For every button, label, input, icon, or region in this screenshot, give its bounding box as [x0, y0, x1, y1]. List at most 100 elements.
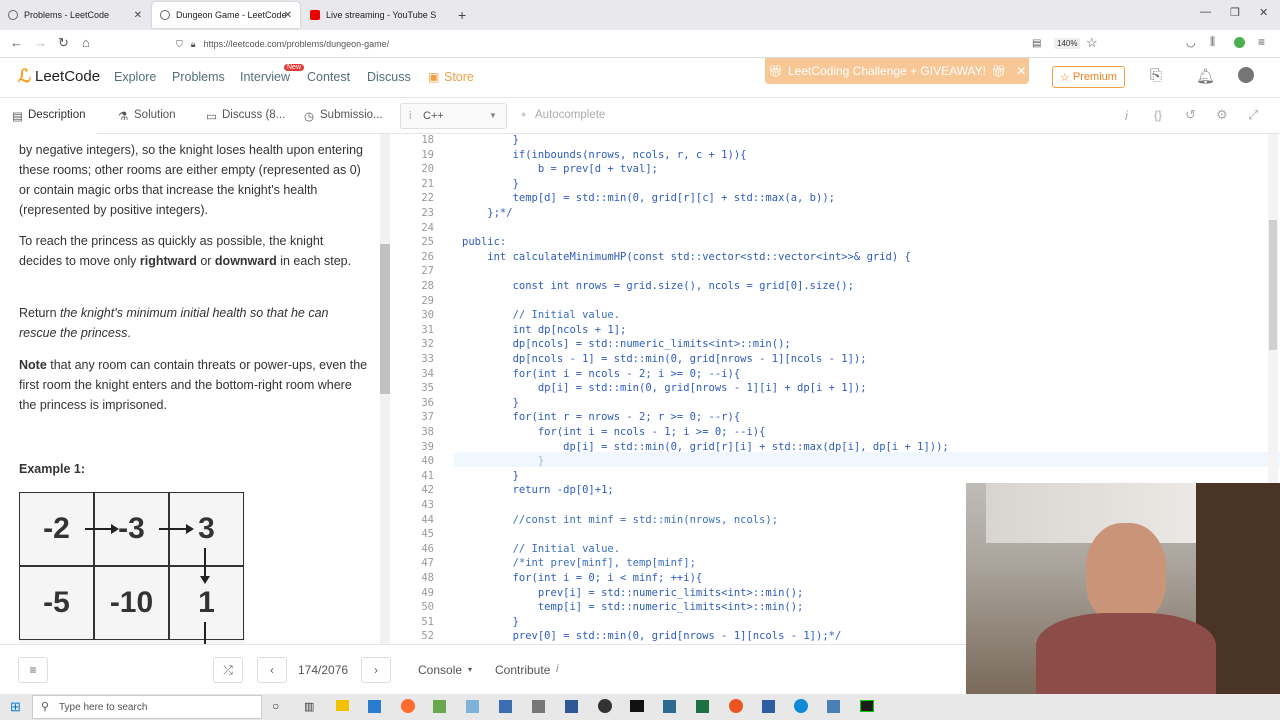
code-text[interactable]: for(int r = nrows - 2; r >= 0; --r){ — [462, 411, 741, 423]
info-icon[interactable]: i — [1125, 108, 1128, 123]
contribute-button[interactable]: Contribute — [495, 663, 550, 677]
code-text[interactable]: } — [462, 134, 519, 146]
app-icon[interactable] — [466, 700, 479, 713]
library-icon[interactable]: ⫼ — [1210, 36, 1215, 49]
restore-icon[interactable]: ❐ — [1230, 6, 1240, 19]
playground-icon[interactable]: ⎘ — [1150, 67, 1162, 84]
code-text[interactable]: } — [462, 616, 519, 628]
reader-view-icon[interactable]: ▤ — [1032, 38, 1041, 49]
previous-problem-button[interactable]: ‹ — [257, 657, 287, 683]
app-icon[interactable] — [499, 700, 512, 713]
firefox-icon[interactable] — [401, 699, 415, 713]
tab-solution[interactable]: Solution — [134, 109, 176, 121]
nav-contest[interactable]: Contest — [307, 70, 350, 84]
console-app-icon[interactable] — [860, 700, 874, 712]
nav-problems[interactable]: Problems — [172, 70, 225, 84]
code-text[interactable]: temp[d] = std::min(0, grid[r][c] + std::… — [462, 192, 835, 204]
fullscreen-icon[interactable]: ⤢ — [1248, 107, 1258, 123]
ubuntu-icon[interactable] — [729, 699, 743, 713]
pocket-icon[interactable]: ◡ — [1186, 36, 1196, 49]
code-text[interactable]: temp[i] = std::numeric_limits<int>::min(… — [462, 601, 804, 613]
code-text[interactable]: prev[i] = std::numeric_limits<int>::min(… — [462, 587, 804, 599]
code-text[interactable]: b = prev[d + tval]; — [462, 163, 658, 175]
address-bar[interactable]: ⛉ 🔒︎ https://leetcode.com/problems/dunge… — [176, 34, 1106, 54]
close-tab-icon[interactable]: ✕ — [284, 10, 292, 21]
taskbar-search[interactable]: ⚲ Type here to search — [32, 695, 262, 719]
next-problem-button[interactable]: › — [361, 657, 391, 683]
app-icon[interactable] — [663, 700, 676, 713]
challenge-banner[interactable]: 🎁︎ LeetCoding Challenge + GIVEAWAY! 🎁︎ ✕ — [765, 58, 1029, 84]
tab-submissions[interactable]: Submissio... — [320, 109, 383, 121]
code-text[interactable]: dp[ncols] = std::numeric_limits<int>::mi… — [462, 338, 791, 350]
code-text[interactable]: for(int i = ncols - 1; i >= 0; --i){ — [462, 426, 766, 438]
code-text[interactable]: if(inbounds(nrows, ncols, r, c + 1)){ — [462, 149, 747, 161]
code-text[interactable]: /*int prev[minf], temp[minf]; — [462, 557, 696, 569]
autocomplete-toggle-icon[interactable]: ● — [521, 109, 526, 119]
nav-discuss[interactable]: Discuss — [367, 70, 411, 84]
close-banner-icon[interactable]: ✕ — [1016, 64, 1026, 78]
code-text[interactable]: for(int i = ncols - 2; i >= 0; --i){ — [462, 368, 741, 380]
close-window-icon[interactable]: ✕ — [1259, 6, 1268, 19]
avatar[interactable] — [1238, 67, 1254, 83]
browser-tab-youtube[interactable]: Live streaming - YouTube Studio — [302, 2, 452, 28]
shuffle-icon[interactable]: ⤮ — [213, 657, 243, 683]
app-icon[interactable] — [762, 700, 775, 713]
edge-icon[interactable] — [794, 699, 808, 713]
windows-start-icon[interactable]: ⊞ — [10, 699, 21, 715]
forward-icon[interactable]: → — [34, 35, 47, 50]
notification-bell-icon[interactable]: 🔔︎ — [1196, 67, 1215, 85]
zoom-indicator[interactable]: 140% — [1054, 38, 1081, 49]
settings-gear-icon[interactable]: ⚙︎ — [1216, 107, 1228, 123]
minimize-icon[interactable]: — — [1200, 6, 1211, 18]
code-text[interactable]: for(int i = 0; i < minf; ++i){ — [462, 572, 703, 584]
code-text[interactable]: prev[0] = std::min(0, grid[nrows - 1][nc… — [462, 630, 842, 642]
console-button[interactable]: Console — [418, 663, 462, 677]
code-text[interactable]: // Initial value. — [462, 543, 620, 555]
app-icon[interactable] — [433, 700, 446, 713]
app-icon[interactable] — [827, 700, 840, 713]
code-text[interactable]: } — [462, 470, 519, 482]
app-icon[interactable] — [565, 700, 578, 713]
new-tab-icon[interactable]: + — [458, 7, 466, 23]
code-text[interactable]: dp[i] = std::min(0, grid[nrows - 1][i] +… — [462, 382, 867, 394]
extension-icon[interactable] — [1234, 37, 1245, 48]
problem-list-icon[interactable]: ≡ — [18, 657, 48, 683]
tab-description[interactable]: Description — [28, 109, 86, 121]
braces-icon[interactable]: {} — [1154, 108, 1162, 122]
cortana-icon[interactable]: ○ — [272, 699, 279, 713]
code-text[interactable]: int calculateMinimumHP(const std::vector… — [462, 251, 911, 263]
code-text[interactable]: } — [462, 178, 519, 190]
leetcode-logo-icon[interactable]: ℒ — [18, 66, 31, 87]
code-text[interactable]: dp[ncols - 1] = std::min(0, grid[nrows -… — [462, 353, 867, 365]
menu-icon[interactable]: ≡ — [1258, 35, 1265, 49]
file-explorer-icon[interactable] — [336, 700, 349, 711]
task-view-icon[interactable]: ▥ — [304, 700, 314, 713]
language-select[interactable]: i C++ ▼ — [400, 103, 507, 129]
nav-explore[interactable]: Explore — [114, 70, 156, 84]
code-text[interactable]: } — [462, 397, 519, 409]
premium-button[interactable]: ☆ Premium — [1052, 66, 1125, 88]
tab-discuss[interactable]: Discuss (8... — [222, 109, 285, 121]
code-text[interactable]: return -dp[0]+1; — [462, 484, 614, 496]
reset-icon[interactable]: ↺ — [1185, 107, 1196, 123]
nav-interview[interactable]: Interview — [240, 70, 290, 84]
code-text[interactable]: };*/ — [462, 207, 512, 219]
terminal-icon[interactable] — [630, 700, 644, 712]
vscode-icon[interactable] — [368, 700, 381, 713]
code-text[interactable]: const int nrows = grid.size(), ncols = g… — [462, 280, 854, 292]
code-text[interactable]: dp[i] = std::min(0, grid[r][i] + std::ma… — [462, 441, 949, 453]
code-text[interactable]: //const int minf = std::min(nrows, ncols… — [462, 514, 779, 526]
description-scrollbar[interactable] — [380, 134, 390, 644]
calculator-icon[interactable] — [532, 700, 545, 713]
nav-store[interactable]: Store — [444, 70, 474, 84]
bookmark-star-icon[interactable]: ☆ — [1086, 35, 1098, 51]
home-icon[interactable]: ⌂ — [82, 35, 90, 50]
code-text[interactable]: int dp[ncols + 1]; — [462, 324, 627, 336]
browser-tab-problems[interactable]: Problems - LeetCode ✕ — [0, 2, 150, 28]
close-tab-icon[interactable]: ✕ — [134, 10, 142, 21]
autocomplete-label[interactable]: Autocomplete — [535, 109, 605, 121]
reload-icon[interactable]: ↻ — [58, 35, 69, 51]
logo-text[interactable]: LeetCode — [35, 68, 100, 85]
back-icon[interactable]: ← — [10, 35, 23, 50]
code-text[interactable]: // Initial value. — [462, 309, 620, 321]
